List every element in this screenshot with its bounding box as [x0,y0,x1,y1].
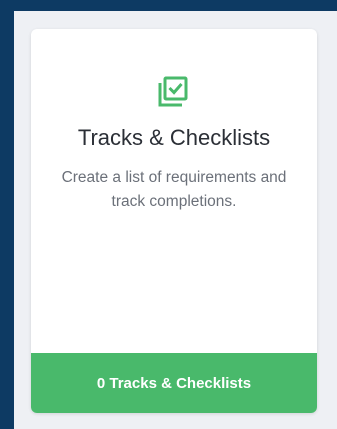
card-title: Tracks & Checklists [77,125,271,150]
checklist-icon [157,75,191,109]
content-panel: Tracks & Checklists Create a list of req… [14,11,337,429]
card-description: Create a list of requirements and track … [61,169,287,210]
tracks-checklists-card[interactable]: Tracks & Checklists Create a list of req… [31,29,317,413]
tracks-checklists-count-button[interactable]: 0 Tracks & Checklists [31,353,317,413]
